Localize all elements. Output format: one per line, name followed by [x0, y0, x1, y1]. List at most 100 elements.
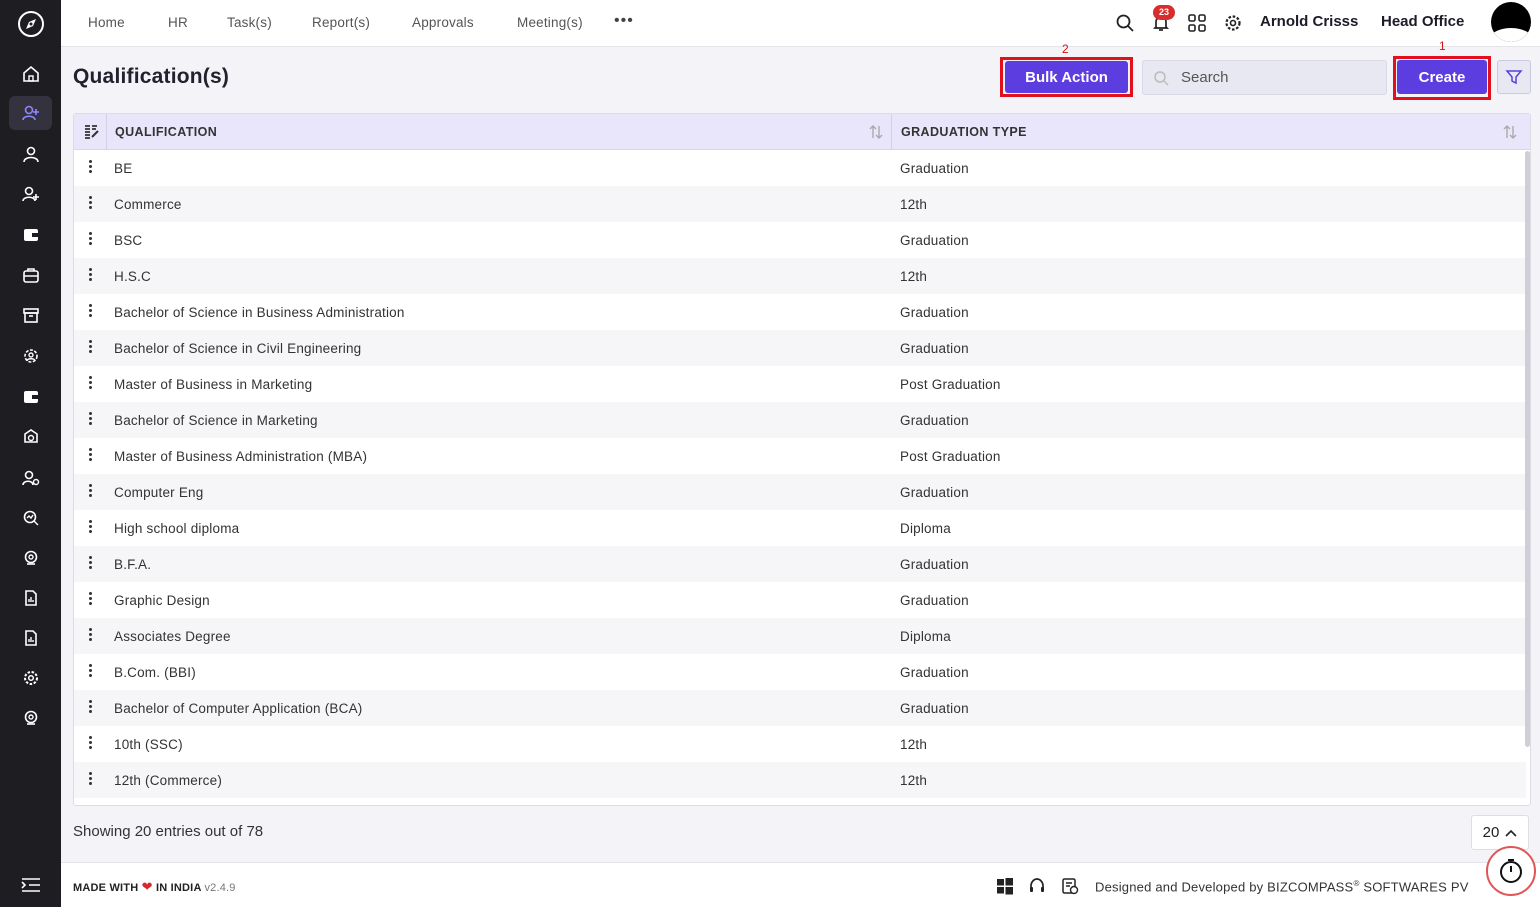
row-actions-icon[interactable]	[88, 304, 94, 320]
sort-icon[interactable]	[1502, 124, 1518, 140]
cell-graduation-type: Graduation	[900, 665, 969, 680]
nav-reports[interactable]: Report(s)	[312, 15, 370, 30]
windows-icon[interactable]	[996, 877, 1014, 895]
row-actions-icon[interactable]	[88, 664, 94, 680]
row-actions-icon[interactable]	[88, 160, 94, 176]
table-row[interactable]: Associates Degree Diploma	[74, 618, 1526, 654]
briefcase-icon[interactable]	[9, 258, 52, 292]
table-row[interactable]: B.F.A. Graduation	[74, 546, 1526, 582]
table-row[interactable]: Bachelor of Science in Civil Engineering…	[74, 330, 1526, 366]
gear-icon[interactable]	[1223, 13, 1243, 33]
menu-collapse-icon[interactable]	[0, 866, 61, 904]
create-button[interactable]: Create	[1397, 60, 1487, 94]
checklist-icon[interactable]	[1061, 877, 1079, 895]
row-actions-icon[interactable]	[88, 412, 94, 428]
column-header-qualification[interactable]: QUALIFICATION	[115, 125, 217, 139]
row-actions-icon[interactable]	[88, 196, 94, 212]
table-row[interactable]: 10th (SSC) 12th	[74, 726, 1526, 762]
nav-meetings[interactable]: Meeting(s)	[517, 15, 583, 30]
nav-hr[interactable]: HR	[168, 15, 188, 30]
row-actions-icon[interactable]	[88, 268, 94, 284]
row-actions-icon[interactable]	[88, 520, 94, 536]
settings-icon[interactable]	[9, 661, 52, 695]
user-name[interactable]: Arnold Crisss	[1260, 13, 1358, 30]
filter-button[interactable]	[1497, 60, 1531, 94]
table-scrollbar[interactable]	[1525, 151, 1530, 747]
cell-qualification: Commerce	[114, 197, 182, 212]
bulk-action-button[interactable]: Bulk Action	[1005, 61, 1128, 93]
support-headset-icon[interactable]	[1028, 877, 1046, 895]
table-row[interactable]: Commerce 12th	[74, 186, 1526, 222]
row-actions-icon[interactable]	[88, 376, 94, 392]
row-actions-icon[interactable]	[88, 484, 94, 500]
cell-graduation-type: Post Graduation	[900, 449, 1001, 464]
search-field[interactable]	[1142, 60, 1387, 95]
cell-qualification: Master of Business in Marketing	[114, 377, 313, 392]
table-row[interactable]: Computer Eng Graduation	[74, 474, 1526, 510]
support-icon[interactable]	[9, 541, 52, 575]
search-analytics-icon[interactable]	[9, 501, 52, 535]
table-row[interactable]: BE Graduation	[74, 150, 1526, 186]
table-row[interactable]: B.Com. (BBI) Graduation	[74, 654, 1526, 690]
page-size-value: 20	[1482, 824, 1500, 841]
row-actions-icon[interactable]	[88, 628, 94, 644]
report-alt-icon[interactable]	[9, 621, 52, 655]
compass-logo-icon[interactable]	[0, 0, 61, 47]
cell-graduation-type: Graduation	[900, 701, 969, 716]
table-row[interactable]: Graphic Design Graduation	[74, 582, 1526, 618]
row-actions-icon[interactable]	[88, 772, 94, 788]
badge-icon[interactable]	[9, 420, 52, 454]
cell-graduation-type: Graduation	[900, 161, 969, 176]
row-actions-icon[interactable]	[88, 556, 94, 572]
cell-graduation-type: Diploma	[900, 521, 951, 536]
search-input[interactable]	[1181, 61, 1381, 94]
people-gear-icon[interactable]	[9, 339, 52, 373]
nav-home[interactable]: Home	[88, 15, 125, 30]
row-actions-icon[interactable]	[88, 700, 94, 716]
column-settings-icon[interactable]	[84, 124, 100, 140]
user-add-icon[interactable]	[9, 177, 52, 211]
row-actions-icon[interactable]	[88, 232, 94, 248]
table-row[interactable]: Bachelor of Computer Application (BCA) Gr…	[74, 690, 1526, 726]
nav-more-icon[interactable]: •••	[614, 12, 634, 30]
table-row[interactable]: H.S.C 12th	[74, 258, 1526, 294]
nav-approvals[interactable]: Approvals	[412, 15, 474, 30]
table-row[interactable]: High school diploma Diploma	[74, 510, 1526, 546]
search-icon[interactable]	[1115, 13, 1135, 33]
column-header-graduation-type[interactable]: GRADUATION TYPE	[901, 125, 1027, 139]
table-row[interactable]: BSC Graduation	[74, 222, 1526, 258]
headset-icon[interactable]	[9, 701, 52, 735]
office-selector[interactable]: Head Office	[1381, 13, 1464, 30]
user-plus-icon[interactable]	[9, 96, 52, 130]
sort-icon[interactable]	[868, 124, 884, 140]
page-size-selector[interactable]: 20	[1471, 815, 1529, 850]
cell-graduation-type: Diploma	[900, 629, 951, 644]
nav-tasks[interactable]: Task(s)	[227, 15, 272, 30]
cell-graduation-type: Graduation	[900, 233, 969, 248]
report-icon[interactable]	[9, 581, 52, 615]
archive-icon[interactable]	[9, 298, 52, 332]
avatar[interactable]	[1491, 2, 1531, 42]
table-row[interactable]: Bachelor of Science in Marketing Graduati…	[74, 402, 1526, 438]
home-icon[interactable]	[9, 57, 52, 91]
row-actions-icon[interactable]	[88, 736, 94, 752]
wallet-alt-icon[interactable]	[9, 380, 52, 414]
timer-icon[interactable]	[1486, 846, 1536, 896]
designed-by: Designed and Developed by BIZCOMPASS® SO…	[1095, 879, 1469, 895]
company-suffix: SOFTWARES PV	[1363, 879, 1469, 895]
row-actions-icon[interactable]	[88, 448, 94, 464]
table-row[interactable]: Bachelor of Science in Business Administ…	[74, 294, 1526, 330]
cell-qualification: Bachelor of Science in Business Administ…	[114, 305, 405, 320]
table-row[interactable]: 12th (Commerce) 12th	[74, 762, 1526, 798]
cell-graduation-type: Graduation	[900, 341, 969, 356]
table-row[interactable]: Master of Business Administration (MBA) P…	[74, 438, 1526, 474]
cell-qualification: B.Com. (BBI)	[114, 665, 196, 680]
apps-grid-icon[interactable]	[1187, 13, 1207, 33]
row-actions-icon[interactable]	[88, 340, 94, 356]
table-row[interactable]: Master of Business in Marketing Post Grad…	[74, 366, 1526, 402]
wallet-icon[interactable]	[9, 218, 52, 252]
row-actions-icon[interactable]	[88, 592, 94, 608]
heart-icon: ❤	[141, 879, 153, 894]
user-icon[interactable]	[9, 137, 52, 171]
user-settings-icon[interactable]	[9, 461, 52, 495]
